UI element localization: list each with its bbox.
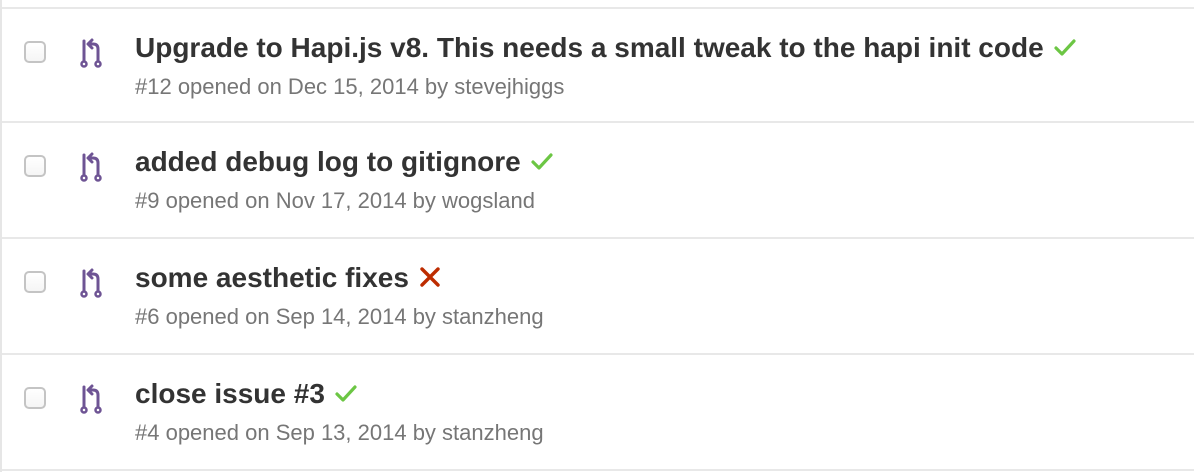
pull-request-icon: [80, 38, 102, 68]
x-icon[interactable]: [419, 266, 441, 287]
pull-request-title[interactable]: close issue #3: [135, 378, 357, 410]
check-icon[interactable]: [1054, 38, 1076, 56]
pull-request-row: Upgrade to Hapi.js v8. This needs a smal…: [2, 7, 1194, 123]
select-checkbox[interactable]: [24, 41, 46, 63]
pull-request-title[interactable]: some aesthetic fixes: [135, 262, 441, 294]
check-icon[interactable]: [531, 152, 553, 170]
select-checkbox[interactable]: [24, 271, 46, 293]
pull-request-row: added debug log to gitignore #9 opened o…: [2, 123, 1194, 239]
pull-request-title-text: some aesthetic fixes: [135, 262, 409, 293]
pull-request-list: Upgrade to Hapi.js v8. This needs a smal…: [0, 0, 1194, 472]
pull-request-title-text: Upgrade to Hapi.js v8. This needs a smal…: [135, 32, 1044, 63]
select-checkbox[interactable]: [24, 155, 46, 177]
pull-request-title[interactable]: added debug log to gitignore: [135, 146, 553, 178]
select-checkbox[interactable]: [24, 387, 46, 409]
pull-request-row: some aesthetic fixes #6 opened on Sep 14…: [2, 239, 1194, 355]
pull-request-meta: #4 opened on Sep 13, 2014 by stanzheng: [135, 420, 544, 445]
pull-request-icon: [80, 152, 102, 182]
pull-request-title-text: close issue #3: [135, 378, 325, 409]
pull-request-row: close issue #3 #4 opened on Sep 13, 2014…: [2, 355, 1194, 471]
pull-request-icon: [80, 268, 102, 298]
pull-request-title[interactable]: Upgrade to Hapi.js v8. This needs a smal…: [135, 32, 1076, 64]
pull-request-meta: #6 opened on Sep 14, 2014 by stanzheng: [135, 304, 544, 329]
pull-request-icon: [80, 384, 102, 414]
pull-request-meta: #12 opened on Dec 15, 2014 by stevejhigg…: [135, 74, 565, 99]
pull-request-meta: #9 opened on Nov 17, 2014 by wogsland: [135, 188, 535, 213]
check-icon[interactable]: [335, 384, 357, 402]
pull-request-title-text: added debug log to gitignore: [135, 146, 521, 177]
